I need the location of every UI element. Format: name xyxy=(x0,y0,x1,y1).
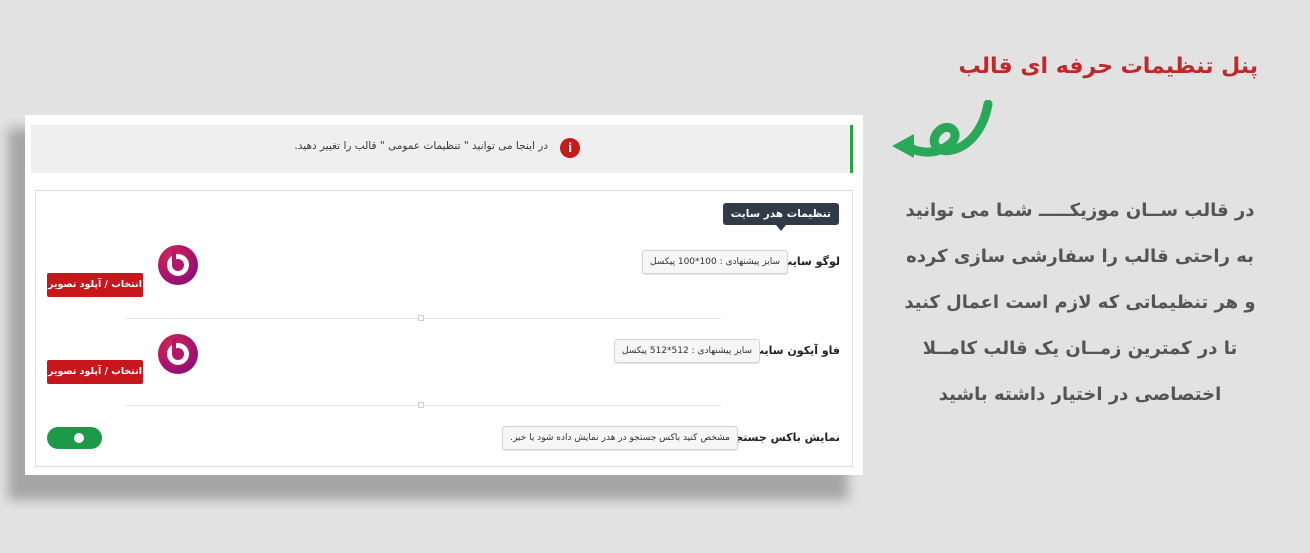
search-box-toggle[interactable] xyxy=(47,427,102,449)
header-settings-card: تنظیمات هدر سایت لوگو سایت : سایز پیشنها… xyxy=(35,190,853,467)
favicon-preview-stem xyxy=(172,338,176,354)
divider-handle xyxy=(418,402,424,408)
row-divider xyxy=(126,315,721,321)
promo-line: اختصاصی در اختیار داشته باشید xyxy=(938,384,1222,405)
logo-preview-image xyxy=(158,245,198,285)
promo-title: پنل تنظیمات حرفه ای قالب xyxy=(958,54,1259,79)
promo-line: و هر تنظیماتی که لازم است اعمال کنید xyxy=(904,292,1256,313)
favicon-upload-button[interactable]: انتخاب / آپلود تصویر xyxy=(47,360,143,384)
notice-text: در اینجا می توانید " تنظیمات عمومی " قال… xyxy=(294,140,548,152)
promo-description: در قالب ســان موزیکـــــ شما می توانید ب… xyxy=(880,188,1280,418)
logo-preview-stem xyxy=(172,249,176,265)
promo-line: در قالب ســان موزیکـــــ شما می توانید xyxy=(905,200,1255,221)
search-box-label: نمایش باکس جستجو : xyxy=(720,431,840,444)
curly-arrow-icon xyxy=(892,100,993,158)
info-icon: i xyxy=(560,138,580,158)
favicon-size-hint: سایز پیشنهادی : 512*512 پیکسل xyxy=(613,339,760,363)
toggle-knob xyxy=(74,433,84,443)
notice-bar: i در اینجا می توانید " تنظیمات عمومی " ق… xyxy=(31,125,853,173)
section-title-badge: تنظیمات هدر سایت xyxy=(722,203,839,231)
row-divider xyxy=(126,402,721,408)
logo-size-hint: سایز پیشنهادی : 100*100 پیکسل xyxy=(641,250,788,274)
favicon-preview-image xyxy=(158,334,198,374)
settings-panel: i در اینجا می توانید " تنظیمات عمومی " ق… xyxy=(25,115,863,475)
promo-line: به راحتی قالب را سفارشی سازی کرده xyxy=(906,246,1254,267)
search-box-hint: مشخص کنید باکس جستجو در هدر نمایش داده ش… xyxy=(502,426,738,450)
promo-line: تا در کمترین زمــان یک قالب کامــلا xyxy=(922,338,1238,359)
divider-handle xyxy=(418,315,424,321)
logo-upload-button[interactable]: انتخاب / آپلود تصویر xyxy=(47,273,143,297)
